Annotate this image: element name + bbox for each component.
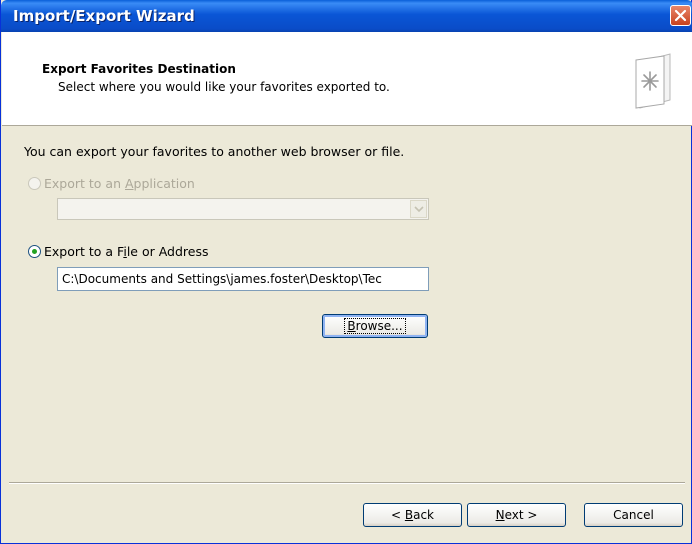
window-title: Import/Export Wizard [13, 7, 195, 25]
import-export-wizard-window: Import/Export Wizard Export Favorites De… [0, 0, 692, 544]
intro-text: You can export your favorites to another… [24, 144, 405, 159]
application-dropdown[interactable] [57, 198, 429, 220]
close-icon [674, 9, 687, 22]
export-to-application-label: Export to an Application [44, 176, 195, 191]
back-button[interactable]: < Back [363, 503, 462, 527]
footer-divider [9, 482, 685, 484]
title-bar[interactable]: Import/Export Wizard [1, 0, 692, 32]
export-to-file-label: Export to a File or Address [44, 244, 209, 259]
favorites-wizard-icon [635, 53, 671, 109]
page-subtitle: Select where you would like your favorit… [58, 80, 390, 94]
wizard-header: Export Favorites Destination Select wher… [2, 32, 692, 126]
export-to-file-radio[interactable] [28, 245, 41, 258]
page-title: Export Favorites Destination [42, 62, 236, 76]
cancel-button[interactable]: Cancel [584, 503, 683, 527]
file-path-input[interactable] [57, 267, 429, 291]
chevron-down-icon [414, 206, 424, 213]
export-to-file-option[interactable]: Export to a File or Address [28, 244, 209, 259]
browse-button[interactable]: Browse... [322, 314, 428, 338]
dropdown-arrow-button[interactable] [410, 200, 427, 218]
export-to-application-radio[interactable] [28, 177, 41, 190]
next-button[interactable]: Next > [467, 503, 566, 527]
export-to-application-option[interactable]: Export to an Application [28, 176, 195, 191]
close-button[interactable] [670, 5, 691, 26]
